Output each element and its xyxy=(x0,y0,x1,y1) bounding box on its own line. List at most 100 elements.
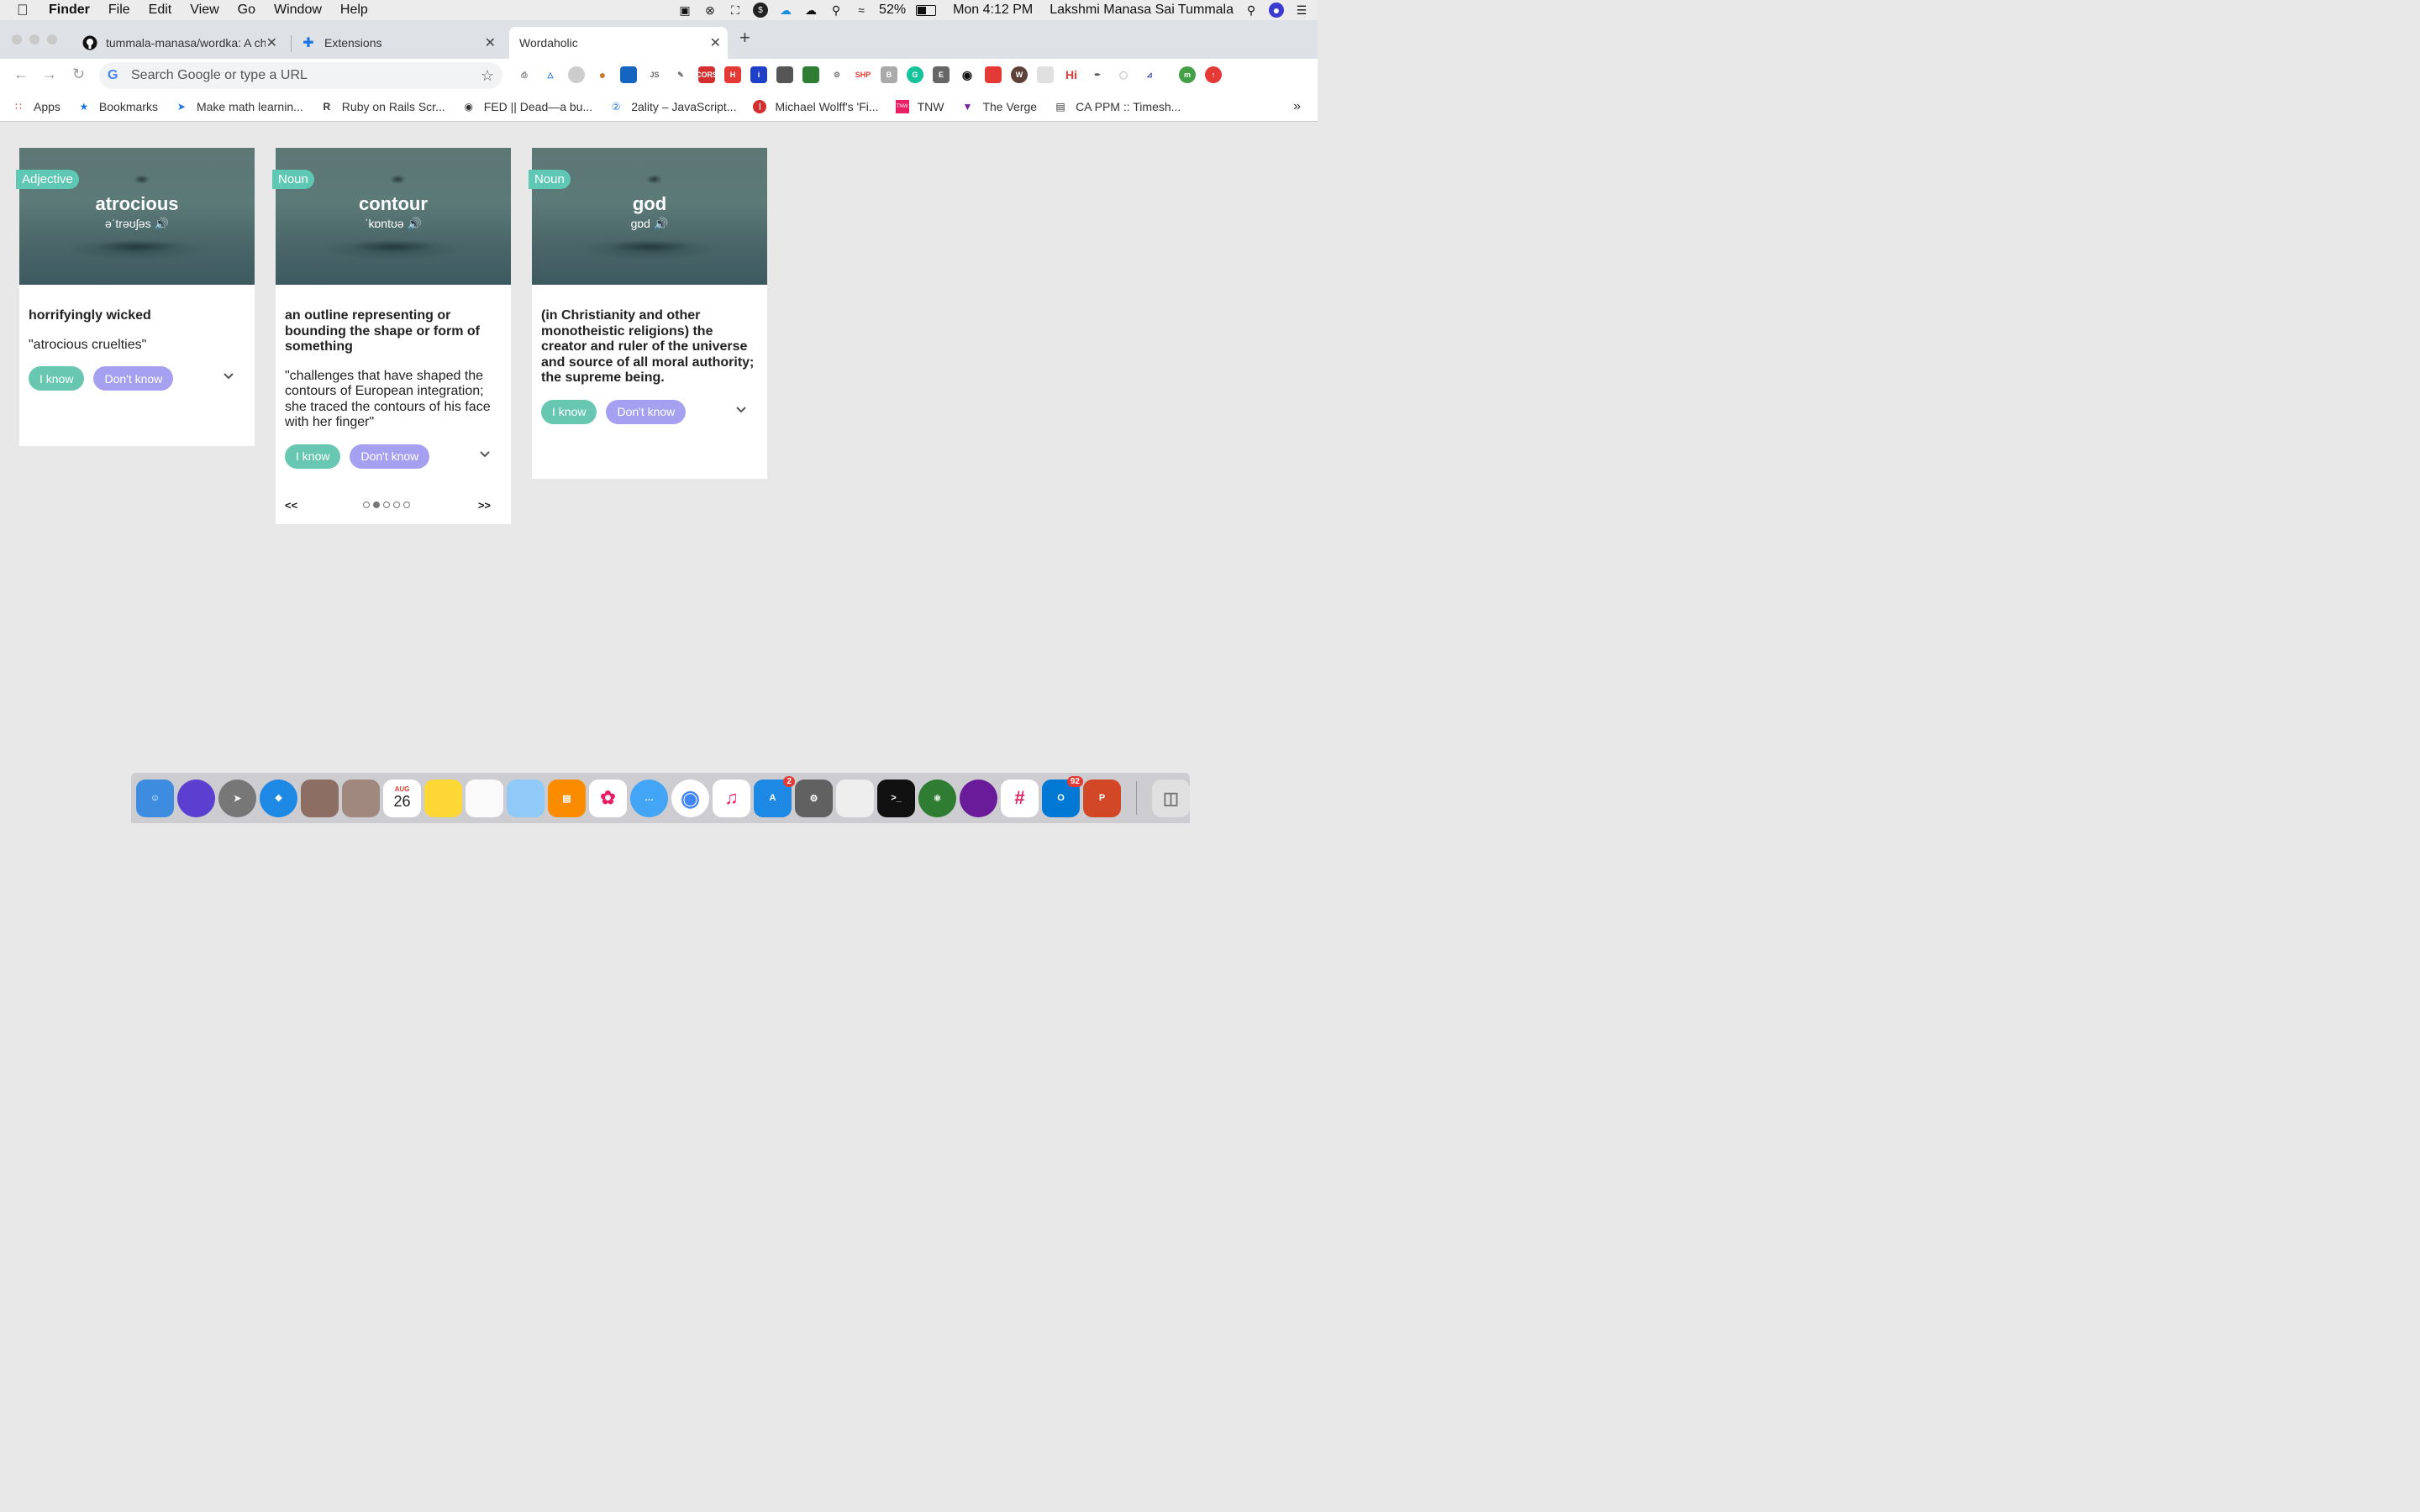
prev-button[interactable]: << xyxy=(285,499,297,512)
pager-dot[interactable] xyxy=(403,501,411,508)
terminal-icon[interactable]: >_ xyxy=(877,779,915,817)
bookmark-apps[interactable]: ∷ Apps xyxy=(12,100,60,113)
bookmark-ruby-rails[interactable]: R Ruby on Rails Scr... xyxy=(320,100,445,113)
spotlight-helper-icon[interactable]: ⚲ xyxy=(829,3,844,18)
outlook-icon[interactable]: O 92 xyxy=(1042,775,1083,817)
bars-ext-icon[interactable] xyxy=(776,66,793,83)
menu-edit[interactable]: Edit xyxy=(149,3,172,18)
reminders-icon[interactable] xyxy=(466,779,503,817)
apple-icon[interactable]:  xyxy=(17,2,34,19)
safari-icon[interactable]: ❖ xyxy=(260,779,297,817)
omnibox[interactable]: G ☆ xyxy=(99,62,502,89)
gear-ext-icon[interactable]: ⚙ xyxy=(829,66,845,83)
menu-app-finder[interactable]: Finder xyxy=(49,3,90,18)
siri-icon[interactable] xyxy=(177,779,215,817)
i-know-button[interactable]: I know xyxy=(29,366,85,391)
bookmark-fed-dead[interactable]: ◉ FED || Dead—a bu... xyxy=(462,100,592,113)
cookie-icon[interactable]: ● xyxy=(594,66,611,83)
i-know-button[interactable]: I know xyxy=(285,444,341,469)
siri-icon[interactable]: ● xyxy=(1269,3,1284,18)
menu-go[interactable]: Go xyxy=(238,3,255,18)
blank-ext-icon[interactable] xyxy=(1037,66,1054,83)
info-ext-icon[interactable]: i xyxy=(750,66,767,83)
bookmark-bookmarks[interactable]: ★ Bookmarks xyxy=(77,100,158,113)
calendar-icon[interactable]: AUG 26 xyxy=(383,779,421,817)
dont-know-button[interactable]: Don't know xyxy=(93,366,174,391)
circle-ext-icon[interactable] xyxy=(568,66,585,83)
bookmark-ca-ppm[interactable]: ▤ CA PPM :: Timesh... xyxy=(1054,100,1181,113)
textedit-icon[interactable] xyxy=(836,779,874,817)
menu-view[interactable]: View xyxy=(190,3,218,18)
chrome-icon[interactable]: ◉ xyxy=(671,779,709,817)
launchpad-icon[interactable]: ➤ xyxy=(218,779,256,817)
w-ext-icon[interactable]: W xyxy=(1011,66,1028,83)
hi-ext-icon[interactable]: Hi xyxy=(1063,66,1080,83)
print-ext-icon[interactable]: ⎙ xyxy=(516,66,533,83)
contacts-icon[interactable] xyxy=(342,779,380,817)
update-icon[interactable]: ↑ xyxy=(1205,66,1222,83)
close-window-icon[interactable] xyxy=(12,34,22,45)
cors-ext-icon[interactable]: CORS xyxy=(696,66,718,83)
close-icon[interactable]: ✕ xyxy=(485,34,496,51)
vpn-icon[interactable]: ▣ xyxy=(677,3,692,18)
bookmark-tnw[interactable]: TNW TNW xyxy=(895,100,944,113)
photos-icon[interactable]: ✿ xyxy=(589,779,627,817)
powerpoint-icon[interactable]: P xyxy=(1083,779,1121,817)
menu-help[interactable]: Help xyxy=(340,3,368,18)
tab-github[interactable]: tummala-manasa/wordka: A ch ✕ xyxy=(82,27,284,59)
atom-icon[interactable]: ⚛ xyxy=(918,779,956,817)
tab-extensions[interactable]: ✚ Extensions ✕ xyxy=(301,27,502,59)
speaker-icon[interactable]: 🔊 xyxy=(408,217,422,230)
menu-file[interactable]: File xyxy=(108,3,130,18)
address-input[interactable] xyxy=(129,67,469,84)
eyedropper-icon[interactable]: ✒ xyxy=(1089,66,1106,83)
bookmark-the-verge[interactable]: ▼ The Verge xyxy=(960,100,1038,113)
slack-icon[interactable]: # xyxy=(1001,779,1039,817)
system-preferences-icon[interactable]: ⚙ xyxy=(795,779,833,817)
dont-know-button[interactable]: Don't know xyxy=(350,444,430,469)
tab-wordaholic[interactable]: Wordaholic ✕ xyxy=(509,27,728,59)
bookmark-make-math[interactable]: ➤ Make math learnin... xyxy=(175,100,303,113)
maximize-window-icon[interactable] xyxy=(47,34,57,45)
speaker-icon[interactable]: 🔊 xyxy=(155,217,169,230)
bucket-ext-icon[interactable] xyxy=(620,66,637,83)
pen-ext-icon[interactable]: ✎ xyxy=(672,66,689,83)
cloud-icon[interactable]: ☁ xyxy=(803,3,818,18)
wifi-icon[interactable]: ≈ xyxy=(854,3,869,18)
bookmark-2ality[interactable]: ② 2ality – JavaScript... xyxy=(609,100,737,113)
h-ext-icon[interactable]: H xyxy=(724,66,741,83)
js-ext-icon[interactable]: JS xyxy=(646,66,663,83)
avatar[interactable]: m xyxy=(1179,66,1196,83)
bookmark-star-icon[interactable]: ☆ xyxy=(481,67,494,85)
chevron-down-icon[interactable] xyxy=(736,405,746,415)
messages-icon[interactable]: … xyxy=(630,779,668,817)
pager-dot[interactable] xyxy=(393,501,401,508)
clock[interactable]: Mon 4:12 PM xyxy=(953,3,1033,18)
dollar-icon[interactable]: $ xyxy=(753,3,769,18)
maps-icon[interactable] xyxy=(507,779,544,817)
battery-icon[interactable] xyxy=(916,4,937,16)
pager-dot[interactable] xyxy=(383,501,391,508)
cloud-sync-icon[interactable]: ☁ xyxy=(778,3,793,18)
notes-icon[interactable] xyxy=(424,779,462,817)
chart-ext-icon[interactable] xyxy=(802,66,819,83)
bookmark-michael-wolff[interactable]: I Michael Wolff's 'Fi... xyxy=(753,100,879,113)
chevron-down-icon[interactable] xyxy=(480,449,490,459)
books-icon[interactable]: ▤ xyxy=(548,779,586,817)
back-icon[interactable]: ← xyxy=(13,66,29,83)
color-ext-icon[interactable] xyxy=(985,66,1002,83)
menu-window[interactable]: Window xyxy=(274,3,322,18)
notification-list-icon[interactable]: ☰ xyxy=(1294,3,1309,18)
graph-ext-icon[interactable]: ⊿ xyxy=(1141,66,1158,83)
grammarly-icon[interactable]: G xyxy=(907,66,923,83)
pager-dot[interactable] xyxy=(363,501,371,508)
triangle-ext-icon[interactable]: △ xyxy=(542,66,559,83)
close-icon[interactable]: ✕ xyxy=(266,34,277,51)
timer-ext-icon[interactable]: ◯ xyxy=(1115,66,1132,83)
e-ext-icon[interactable]: E xyxy=(933,66,950,83)
b-ext-icon[interactable]: B xyxy=(881,66,897,83)
preview-icon[interactable] xyxy=(301,779,339,817)
app-store-icon[interactable]: A2 xyxy=(754,775,795,817)
user-name[interactable]: Lakshmi Manasa Sai Tummala xyxy=(1050,3,1234,18)
close-icon[interactable]: ✕ xyxy=(710,34,721,51)
